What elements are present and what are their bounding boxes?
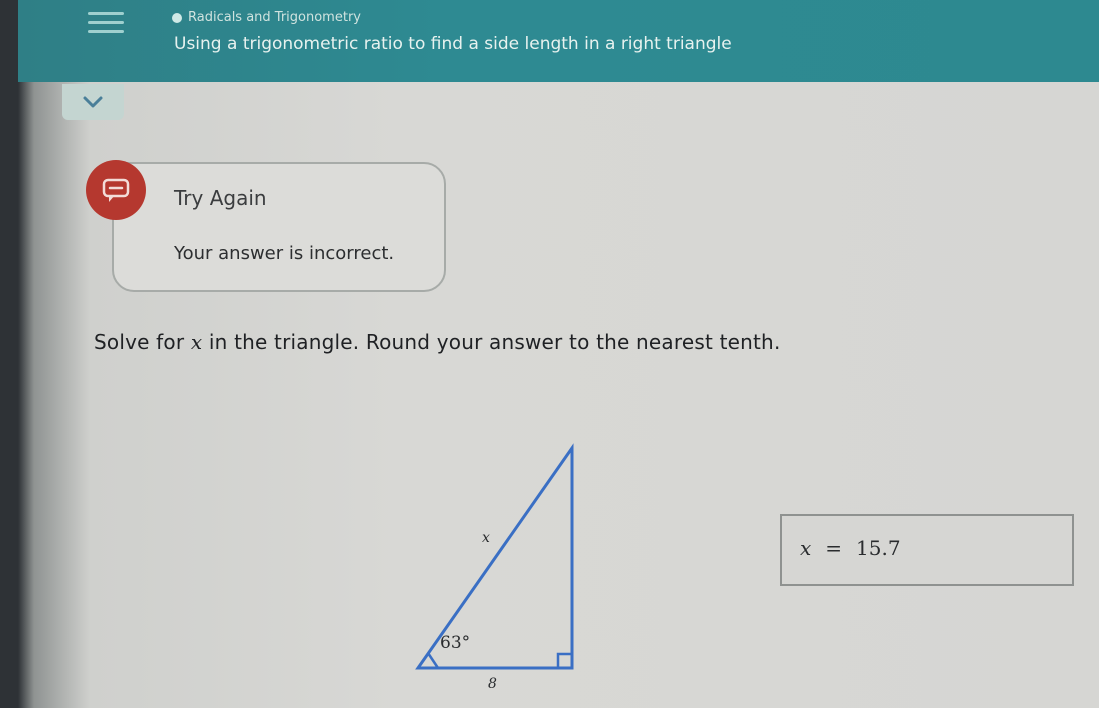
- answer-variable: x: [800, 536, 812, 560]
- question-after: in the triangle. Round your answer to th…: [202, 330, 781, 354]
- feedback-card: [112, 162, 446, 292]
- feedback-title: Try Again: [174, 186, 267, 210]
- menu-icon[interactable]: [88, 12, 124, 38]
- chevron-down-icon: [83, 96, 103, 108]
- answer-input-box[interactable]: x = 15.7: [780, 514, 1074, 586]
- hypotenuse-label: x: [482, 530, 490, 546]
- right-angle-marker: [556, 652, 574, 670]
- speech-bubble-icon: [102, 178, 130, 202]
- answer-equals: =: [825, 536, 843, 560]
- base-label: 8: [488, 676, 497, 692]
- breadcrumb-topic[interactable]: Radicals and Trigonometry: [188, 10, 361, 25]
- page-title: Using a trigonometric ratio to find a si…: [174, 34, 732, 54]
- answer-value[interactable]: 15.7: [856, 536, 901, 560]
- topic-dot-icon: [172, 12, 182, 23]
- question-text: Solve for x in the triangle. Round your …: [94, 330, 781, 354]
- feedback-icon: [86, 160, 146, 220]
- angle-arc: [426, 652, 440, 669]
- question-before: Solve for: [94, 330, 191, 354]
- question-variable: x: [190, 330, 203, 354]
- collapse-button[interactable]: [62, 84, 124, 120]
- angle-label: 63°: [440, 633, 470, 653]
- answer-display[interactable]: x = 15.7: [800, 536, 901, 560]
- header-bar: Radicals and Trigonometry Using a trigon…: [18, 0, 1099, 82]
- triangle-diagram: x 63° 8: [415, 443, 574, 692]
- feedback-message: Your answer is incorrect.: [174, 243, 395, 264]
- breadcrumb: Radicals and Trigonometry: [172, 10, 361, 25]
